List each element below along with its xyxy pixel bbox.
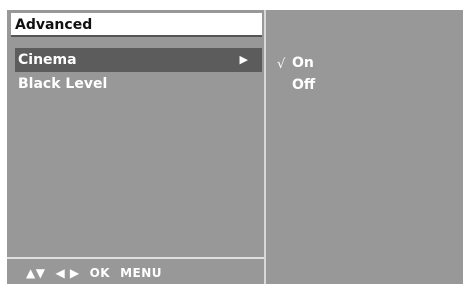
option-label: Off	[292, 77, 316, 93]
advanced-menu-panel: Advanced Cinema ▶ Black Level ▲▼ ◀ ▶ OK …	[7, 10, 264, 284]
navigation-hint-bar: ▲▼ ◀ ▶ OK MENU	[7, 257, 264, 284]
menu-title-bar: Advanced	[11, 13, 262, 37]
submenu-panel: √ On Off	[266, 10, 463, 284]
left-right-arrows-icon: ◀ ▶	[55, 266, 80, 280]
option-label: On	[292, 55, 314, 71]
menu-list: Cinema ▶ Black Level	[15, 48, 262, 96]
menu-item-cinema[interactable]: Cinema ▶	[15, 48, 262, 72]
menu-item-label: Black Level	[18, 76, 108, 92]
option-off[interactable]: Off	[277, 74, 315, 96]
navigation-hints: ▲▼ ◀ ▶ OK MENU	[26, 266, 172, 280]
submenu-arrow-icon: ▶	[239, 53, 248, 66]
submenu-options: √ On Off	[277, 52, 315, 96]
osd-screen: Advanced Cinema ▶ Black Level ▲▼ ◀ ▶ OK …	[7, 10, 463, 284]
up-down-arrows-icon: ▲▼	[26, 266, 46, 280]
menu-hint: MENU	[120, 266, 163, 280]
menu-item-label: Cinema	[18, 52, 77, 68]
menu-title: Advanced	[15, 17, 93, 33]
ok-hint: OK	[89, 266, 111, 280]
check-mark-icon: √	[277, 57, 286, 72]
menu-item-black-level[interactable]: Black Level	[15, 72, 262, 96]
option-on[interactable]: √ On	[277, 52, 315, 74]
